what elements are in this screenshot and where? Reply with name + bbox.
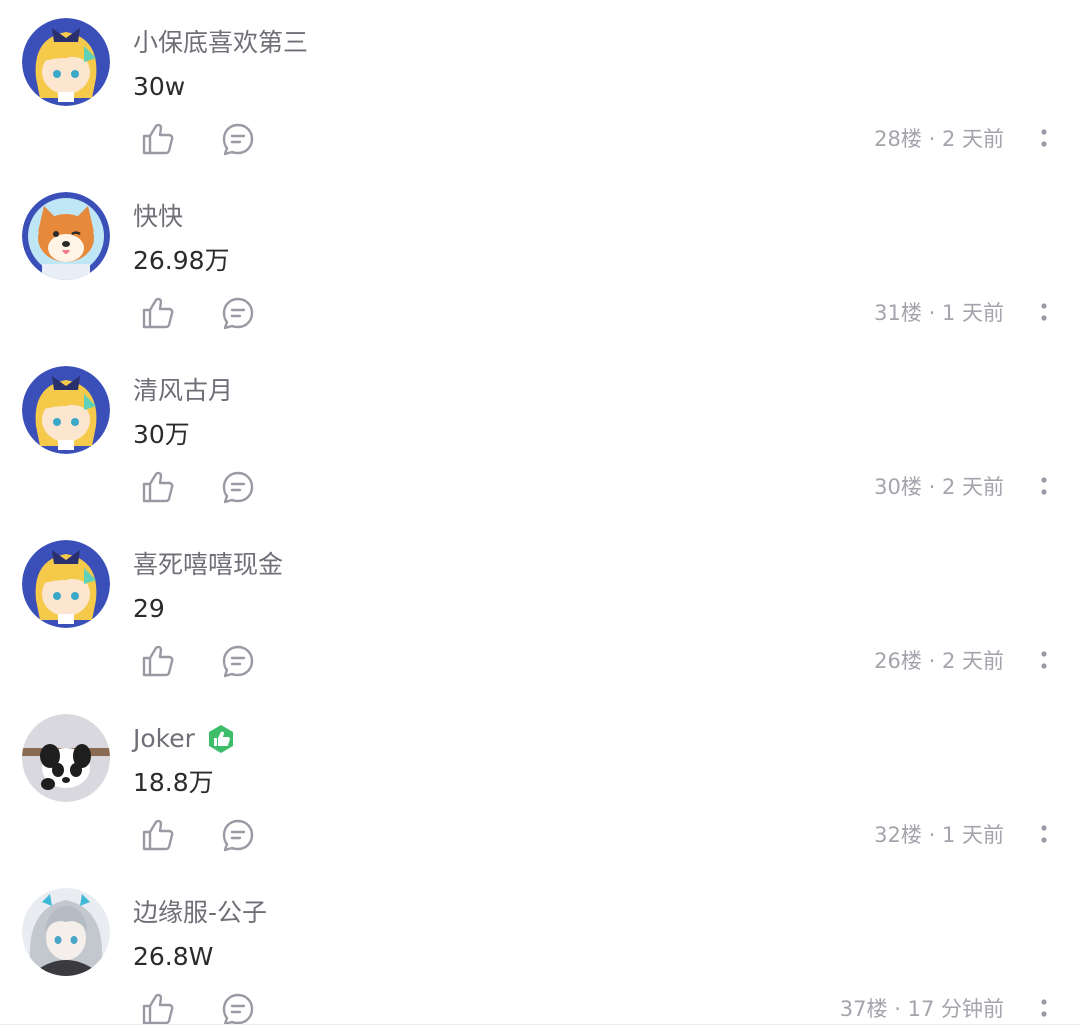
list-bottom-divider	[0, 1024, 1080, 1025]
comment-meta: 28楼 · 2 天前	[874, 122, 1004, 156]
meta-separator: ·	[928, 127, 936, 151]
username[interactable]: 喜死嘻嘻现金	[133, 548, 283, 582]
vertical-dots-icon	[1041, 129, 1047, 147]
more-options-button[interactable]	[1034, 643, 1054, 679]
comment-list: 小保底喜欢第三 30w 28楼 · 2 天前 快快 26.98万 31楼 · 1…	[0, 0, 1080, 1030]
green-thumbs-up-badge-icon	[205, 723, 237, 755]
more-options-button[interactable]	[1034, 469, 1054, 505]
comment-bubble-icon	[222, 297, 254, 330]
reply-button[interactable]	[219, 468, 257, 506]
comment-item: 小保底喜欢第三 30w 28楼 · 2 天前	[0, 0, 1080, 174]
reply-button[interactable]	[219, 642, 257, 680]
post-time: 1 天前	[941, 823, 1004, 847]
comment-bubble-icon	[222, 645, 254, 678]
comment-content: 18.8万	[133, 768, 214, 797]
comment-content: 30万	[133, 420, 190, 449]
comment-meta: 31楼 · 1 天前	[874, 296, 1004, 330]
thumbs-up-icon	[142, 297, 174, 329]
like-button[interactable]	[139, 120, 177, 158]
like-button[interactable]	[139, 294, 177, 332]
vertical-dots-icon	[1041, 825, 1047, 843]
username-text[interactable]: 小保底喜欢第三	[133, 26, 308, 60]
thumbs-up-icon	[142, 645, 174, 677]
floor-number: 30楼	[874, 475, 922, 499]
comment-meta: 30楼 · 2 天前	[874, 470, 1004, 504]
comment-meta: 32楼 · 1 天前	[874, 818, 1004, 852]
thumbs-up-icon	[142, 819, 174, 851]
reply-button[interactable]	[219, 816, 257, 854]
username[interactable]: 快快	[133, 200, 183, 234]
username-text[interactable]: 喜死嘻嘻现金	[133, 548, 283, 582]
post-time: 2 天前	[941, 475, 1004, 499]
vertical-dots-icon	[1041, 999, 1047, 1017]
username[interactable]: 小保底喜欢第三	[133, 26, 308, 60]
comment-bubble-icon	[222, 123, 254, 156]
post-time: 17 分钟前	[907, 997, 1004, 1021]
like-button[interactable]	[139, 816, 177, 854]
anime-girl-avatar-icon[interactable]	[22, 366, 110, 454]
meta-separator: ·	[894, 997, 901, 1021]
username[interactable]: 边缘服-公子	[133, 896, 267, 930]
username-text[interactable]: 清风古月	[133, 374, 233, 408]
comment-item: 快快 26.98万 31楼 · 1 天前	[0, 174, 1080, 348]
floor-number: 26楼	[874, 649, 922, 673]
comment-item: 喜死嘻嘻现金 29 26楼 · 2 天前	[0, 522, 1080, 696]
thumbs-up-icon	[142, 471, 174, 503]
floor-number: 28楼	[874, 127, 922, 151]
comment-item: Joker 18.8万 32楼 · 1 天前	[0, 696, 1080, 870]
comment-bubble-icon	[222, 819, 254, 852]
username[interactable]: 清风古月	[133, 374, 233, 408]
vertical-dots-icon	[1041, 651, 1047, 669]
comment-content: 29	[133, 594, 165, 623]
reply-button[interactable]	[219, 294, 257, 332]
anime-girl-avatar-icon[interactable]	[22, 540, 110, 628]
vertical-dots-icon	[1041, 477, 1047, 495]
thumbs-up-icon	[142, 993, 174, 1025]
comment-bubble-icon	[222, 471, 254, 504]
username[interactable]: Joker	[133, 722, 237, 756]
more-options-button[interactable]	[1034, 817, 1054, 853]
meta-separator: ·	[928, 823, 936, 847]
meta-separator: ·	[928, 475, 936, 499]
comment-content: 26.98万	[133, 246, 230, 275]
anime-girl-avatar-icon[interactable]	[22, 18, 110, 106]
thumbs-up-icon	[142, 123, 174, 155]
silver-hair-anime-avatar-icon[interactable]	[22, 888, 110, 976]
username-text[interactable]: Joker	[133, 722, 195, 756]
post-time: 2 天前	[941, 649, 1004, 673]
panda-avatar-icon[interactable]	[22, 714, 110, 802]
comment-meta: 37楼 · 17 分钟前	[840, 992, 1004, 1026]
reply-button[interactable]	[219, 990, 257, 1028]
like-button[interactable]	[139, 990, 177, 1028]
reply-button[interactable]	[219, 120, 257, 158]
comment-content: 30w	[133, 72, 186, 101]
vertical-dots-icon	[1041, 303, 1047, 321]
more-options-button[interactable]	[1034, 121, 1054, 157]
comment-bubble-icon	[222, 993, 254, 1026]
floor-number: 37楼	[839, 997, 888, 1021]
comment-content: 26.8W	[133, 942, 214, 971]
comment-meta: 26楼 · 2 天前	[874, 644, 1004, 678]
like-button[interactable]	[139, 468, 177, 506]
post-time: 2 天前	[941, 127, 1004, 151]
meta-separator: ·	[928, 649, 936, 673]
meta-separator: ·	[928, 301, 936, 325]
floor-number: 32楼	[874, 823, 922, 847]
comment-item: 清风古月 30万 30楼 · 2 天前	[0, 348, 1080, 522]
like-button[interactable]	[139, 642, 177, 680]
shiba-dog-avatar-icon[interactable]	[22, 192, 110, 280]
post-time: 1 天前	[941, 301, 1004, 325]
comment-item: 边缘服-公子 26.8W 37楼 · 17 分钟前	[0, 870, 1080, 1030]
username-text[interactable]: 边缘服-公子	[133, 896, 267, 930]
username-text[interactable]: 快快	[133, 200, 183, 234]
more-options-button[interactable]	[1034, 295, 1054, 331]
more-options-button[interactable]	[1034, 991, 1054, 1027]
floor-number: 31楼	[874, 301, 922, 325]
